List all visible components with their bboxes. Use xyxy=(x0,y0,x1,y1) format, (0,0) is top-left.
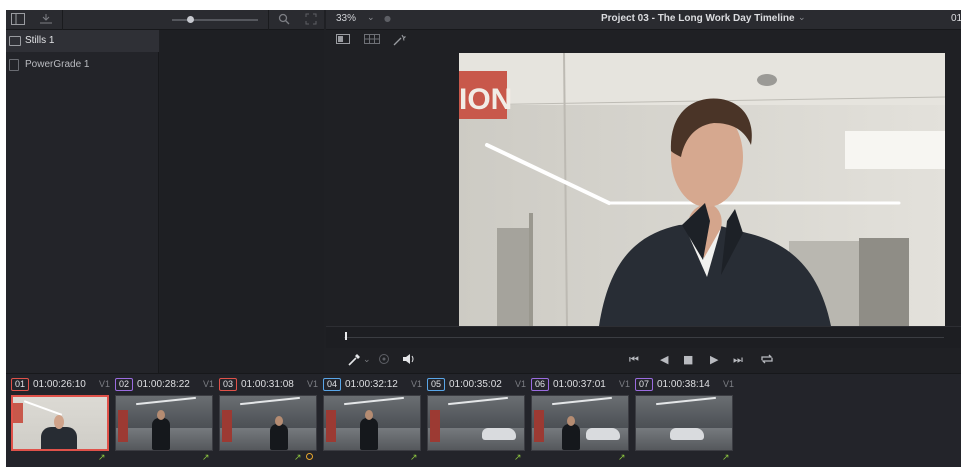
highlight-wand-icon[interactable] xyxy=(392,34,407,46)
viewer[interactable]: ION xyxy=(326,50,961,326)
viewer-timecode: 01 xyxy=(951,13,961,24)
clip-number: 03 xyxy=(219,378,237,391)
timeline-clip[interactable]: 01 01:00:26:10 V1 ↗ xyxy=(10,378,113,467)
clip-track: V1 xyxy=(411,379,423,389)
skip-to-start-icon[interactable]: ⏮ xyxy=(629,353,639,367)
album-stills-1[interactable]: Stills 1 xyxy=(6,30,159,52)
viewer-dot-icon: ● xyxy=(384,14,391,23)
clip-timecode: 01:00:37:01 xyxy=(553,379,606,390)
picker-icon[interactable] xyxy=(347,353,361,371)
image-wipe-icon[interactable] xyxy=(336,34,350,46)
link-icon: ↗ xyxy=(514,453,522,463)
stills-import-icon[interactable] xyxy=(38,13,54,27)
clip-track: V1 xyxy=(723,379,735,389)
clip-header: 04 01:00:32:12 V1 xyxy=(322,378,425,392)
play-icon[interactable]: ▶ xyxy=(710,353,718,367)
clip-number: 02 xyxy=(115,378,133,391)
qualifier-icon[interactable] xyxy=(378,353,390,369)
clip-header: 01 01:00:26:10 V1 xyxy=(10,378,113,392)
timeline-clip[interactable]: 07 01:00:38:14 V1 ↗ xyxy=(634,378,737,467)
viewer-zoom-value[interactable]: 33% xyxy=(336,13,356,24)
album-label: Stills 1 xyxy=(25,35,55,46)
powergrade-icon xyxy=(9,59,19,71)
clip-track: V1 xyxy=(619,379,631,389)
clip-timecode: 01:00:38:14 xyxy=(657,379,710,390)
clip-header: 07 01:00:38:14 V1 xyxy=(634,378,737,392)
loop-icon[interactable] xyxy=(760,353,774,369)
clip-number: 05 xyxy=(427,378,445,391)
clip-timecode: 01:00:31:08 xyxy=(241,379,294,390)
album-list: Stills 1 PowerGrade 1 xyxy=(6,30,159,373)
clip-track: V1 xyxy=(307,379,319,389)
gallery-toolbar xyxy=(6,10,324,30)
album-label: PowerGrade 1 xyxy=(25,59,90,70)
clip-number: 01 xyxy=(11,378,29,391)
album-powergrade-1[interactable]: PowerGrade 1 xyxy=(6,54,159,76)
project-title[interactable]: Project 03 - The Long Work Day Timeline xyxy=(601,13,795,24)
clip-timecode: 01:00:26:10 xyxy=(33,379,86,390)
chevron-down-icon[interactable]: ⌄ xyxy=(363,353,371,367)
link-icon: ↗ xyxy=(294,453,302,463)
clip-thumbnail[interactable] xyxy=(115,395,213,451)
viewer-frame[interactable]: ION xyxy=(459,53,945,326)
sign-text: ION xyxy=(459,83,512,116)
clip-header: 03 01:00:31:08 V1 xyxy=(218,378,321,392)
link-icon: ↗ xyxy=(722,453,730,463)
clip-timecode: 01:00:28:22 xyxy=(137,379,190,390)
clip-thumbnail[interactable] xyxy=(219,395,317,451)
search-icon[interactable] xyxy=(276,13,292,27)
thumbnail-zoom-slider[interactable] xyxy=(172,16,258,23)
toolbar-divider xyxy=(62,10,63,30)
clip-timecode: 01:00:35:02 xyxy=(449,379,502,390)
slider-handle[interactable] xyxy=(187,16,194,23)
clip-header: 05 01:00:35:02 V1 xyxy=(426,378,529,392)
transport-controls: ⌄ ⏮ ◀ ■ ▶ ⏭ xyxy=(326,348,961,373)
clip-thumbnail[interactable] xyxy=(323,395,421,451)
playhead[interactable] xyxy=(345,332,347,340)
clip-thumbnail[interactable] xyxy=(531,395,629,451)
audio-icon[interactable] xyxy=(402,353,416,369)
album-icon xyxy=(9,36,21,46)
timeline-clip[interactable]: 06 01:00:37:01 V1 ↗ xyxy=(530,378,633,467)
chevron-down-icon[interactable]: ⌄ xyxy=(798,13,806,23)
clip-track: V1 xyxy=(203,379,215,389)
link-icon: ↗ xyxy=(410,453,418,463)
fullscreen-icon[interactable] xyxy=(303,13,319,27)
playhead-scrubber[interactable] xyxy=(326,326,961,348)
clip-number: 07 xyxy=(635,378,653,391)
clip-header: 02 01:00:28:22 V1 xyxy=(114,378,217,392)
viewer-toolbar xyxy=(326,30,961,50)
viewer-header: 33% ⌄ ● Project 03 - The Long Work Day T… xyxy=(326,10,961,30)
stop-icon[interactable]: ■ xyxy=(683,353,693,367)
skip-to-end-icon[interactable]: ⏭ xyxy=(733,353,743,367)
color-page: Stills 1 PowerGrade 1 33% ⌄ ● Project 03… xyxy=(6,10,961,467)
scrubber-track[interactable] xyxy=(344,337,944,338)
viewer-image: ION xyxy=(459,53,945,326)
chevron-down-icon[interactable]: ⌄ xyxy=(367,13,375,23)
clip-track: V1 xyxy=(99,379,111,389)
stills-grid xyxy=(160,30,324,373)
grade-marker-icon xyxy=(306,453,313,460)
link-icon: ↗ xyxy=(618,453,626,463)
clip-timecode: 01:00:32:12 xyxy=(345,379,398,390)
split-screen-icon[interactable] xyxy=(364,34,380,46)
timeline-clip[interactable]: 05 01:00:35:02 V1 ↗ xyxy=(426,378,529,467)
clip-number: 06 xyxy=(531,378,549,391)
clip-number: 04 xyxy=(323,378,341,391)
timeline-clip[interactable]: 04 01:00:32:12 V1 ↗ xyxy=(322,378,425,467)
link-icon: ↗ xyxy=(202,453,210,463)
play-reverse-icon[interactable]: ◀ xyxy=(660,353,668,367)
timeline-clip[interactable]: 02 01:00:28:22 V1 ↗ xyxy=(114,378,217,467)
clip-track: V1 xyxy=(515,379,527,389)
clip-thumbnail[interactable] xyxy=(11,395,109,451)
clips-timeline: 01 01:00:26:10 V1 ↗ 02 01:00:28:22 V1 ↗ 03 01:00:… xyxy=(6,373,961,467)
sidebar-toggle-icon[interactable] xyxy=(10,13,26,27)
clip-thumbnail[interactable] xyxy=(427,395,525,451)
clip-thumbnail[interactable] xyxy=(635,395,733,451)
toolbar-divider xyxy=(268,10,269,30)
link-icon: ↗ xyxy=(98,453,106,463)
clip-header: 06 01:00:37:01 V1 xyxy=(530,378,633,392)
timeline-clip[interactable]: 03 01:00:31:08 V1 ↗ xyxy=(218,378,321,467)
